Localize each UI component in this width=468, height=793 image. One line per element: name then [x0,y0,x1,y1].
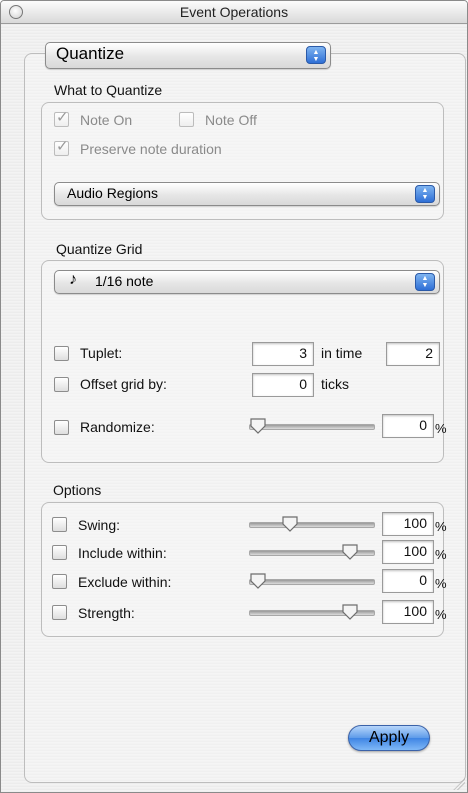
strength-value: 100 [403,603,427,619]
tuplet-value-field[interactable]: 3 [252,342,314,366]
exclude-within-value: 0 [419,572,427,588]
randomize-value-field[interactable]: 0 [382,414,434,438]
tuplet-checkbox[interactable] [54,346,69,361]
preserve-duration-checkbox[interactable]: ✓ [54,138,69,156]
offset-value: 0 [299,376,307,392]
slider-thumb-icon[interactable] [249,572,267,590]
grid-popup[interactable]: ♪ 1/16 note ▲ ▼ [54,270,440,294]
operation-popup-value: Quantize [56,44,125,63]
slider-track [249,579,375,585]
tuplet-value: 3 [299,345,307,361]
note-off-checkbox[interactable] [179,112,194,127]
event-operations-window: Event Operations Quantize ▲ ▼ What to Qua… [0,0,468,793]
randomize-value: 0 [419,417,427,433]
include-within-label: Include within: [78,545,167,561]
exclude-within-label: Exclude within: [78,574,172,590]
slider-track [249,522,375,528]
tuplet-label: Tuplet: [80,345,123,361]
exclude-within-slider[interactable] [249,572,375,592]
popup-arrows-icon: ▲ ▼ [306,46,326,64]
options-title: Options [53,482,102,498]
randomize-unit: % [435,421,447,436]
strength-unit: % [435,607,447,622]
strength-slider[interactable] [249,603,375,623]
source-popup[interactable]: Audio Regions ▲ ▼ [54,182,440,206]
in-time-value: 2 [425,345,433,361]
randomize-label: Randomize: [80,419,155,435]
slider-thumb-icon[interactable] [341,603,359,621]
include-within-checkbox[interactable] [52,545,67,560]
exclude-within-unit: % [435,576,447,591]
window-title: Event Operations [179,4,289,20]
slider-track [249,424,375,430]
in-time-value-field[interactable]: 2 [386,342,440,366]
apply-button[interactable]: Apply [348,725,430,751]
checkmark-icon: ✓ [56,109,69,126]
include-within-value-field[interactable]: 100 [382,540,434,564]
apply-button-label: Apply [368,729,410,746]
grid-popup-value: 1/16 note [95,273,154,289]
quantize-grid-title: Quantize Grid [56,241,143,257]
popup-arrows-icon: ▲ ▼ [415,185,435,203]
include-within-unit: % [435,547,447,562]
include-within-value: 100 [403,543,427,559]
in-time-label: in time [321,345,363,361]
title-bar: Event Operations [1,1,467,24]
offset-grid-label: Offset grid by: [80,376,167,392]
source-popup-value: Audio Regions [67,185,159,201]
exclude-within-checkbox[interactable] [52,574,67,589]
popup-arrows-icon: ▲ ▼ [415,273,435,291]
offset-value-field[interactable]: 0 [252,373,314,397]
swing-value: 100 [403,515,427,531]
eighth-note-icon: ♪ [69,271,77,288]
slider-thumb-icon[interactable] [249,417,267,435]
preserve-duration-label: Preserve note duration [80,141,222,157]
note-on-label: Note On [80,112,133,128]
what-to-quantize-title: What to Quantize [54,82,163,98]
slider-thumb-icon[interactable] [341,543,359,561]
randomize-checkbox[interactable] [54,420,69,435]
resize-grip-icon[interactable] [453,778,465,790]
strength-label: Strength: [78,605,135,621]
operation-popup[interactable]: Quantize ▲ ▼ [45,42,331,69]
swing-unit: % [435,519,447,534]
swing-checkbox[interactable] [52,517,67,532]
swing-value-field[interactable]: 100 [382,512,434,536]
note-on-checkbox[interactable]: ✓ [54,109,69,127]
offset-grid-checkbox[interactable] [54,377,69,392]
slider-thumb-icon[interactable] [281,515,299,533]
randomize-slider[interactable] [249,417,375,437]
ticks-label: ticks [321,376,349,392]
swing-label: Swing: [78,517,121,533]
checkmark-icon: ✓ [56,138,69,155]
swing-slider[interactable] [249,515,375,535]
include-within-slider[interactable] [249,543,375,563]
strength-checkbox[interactable] [52,605,67,620]
exclude-within-value-field[interactable]: 0 [382,569,434,593]
note-off-label: Note Off [205,112,257,128]
strength-value-field[interactable]: 100 [382,600,434,624]
